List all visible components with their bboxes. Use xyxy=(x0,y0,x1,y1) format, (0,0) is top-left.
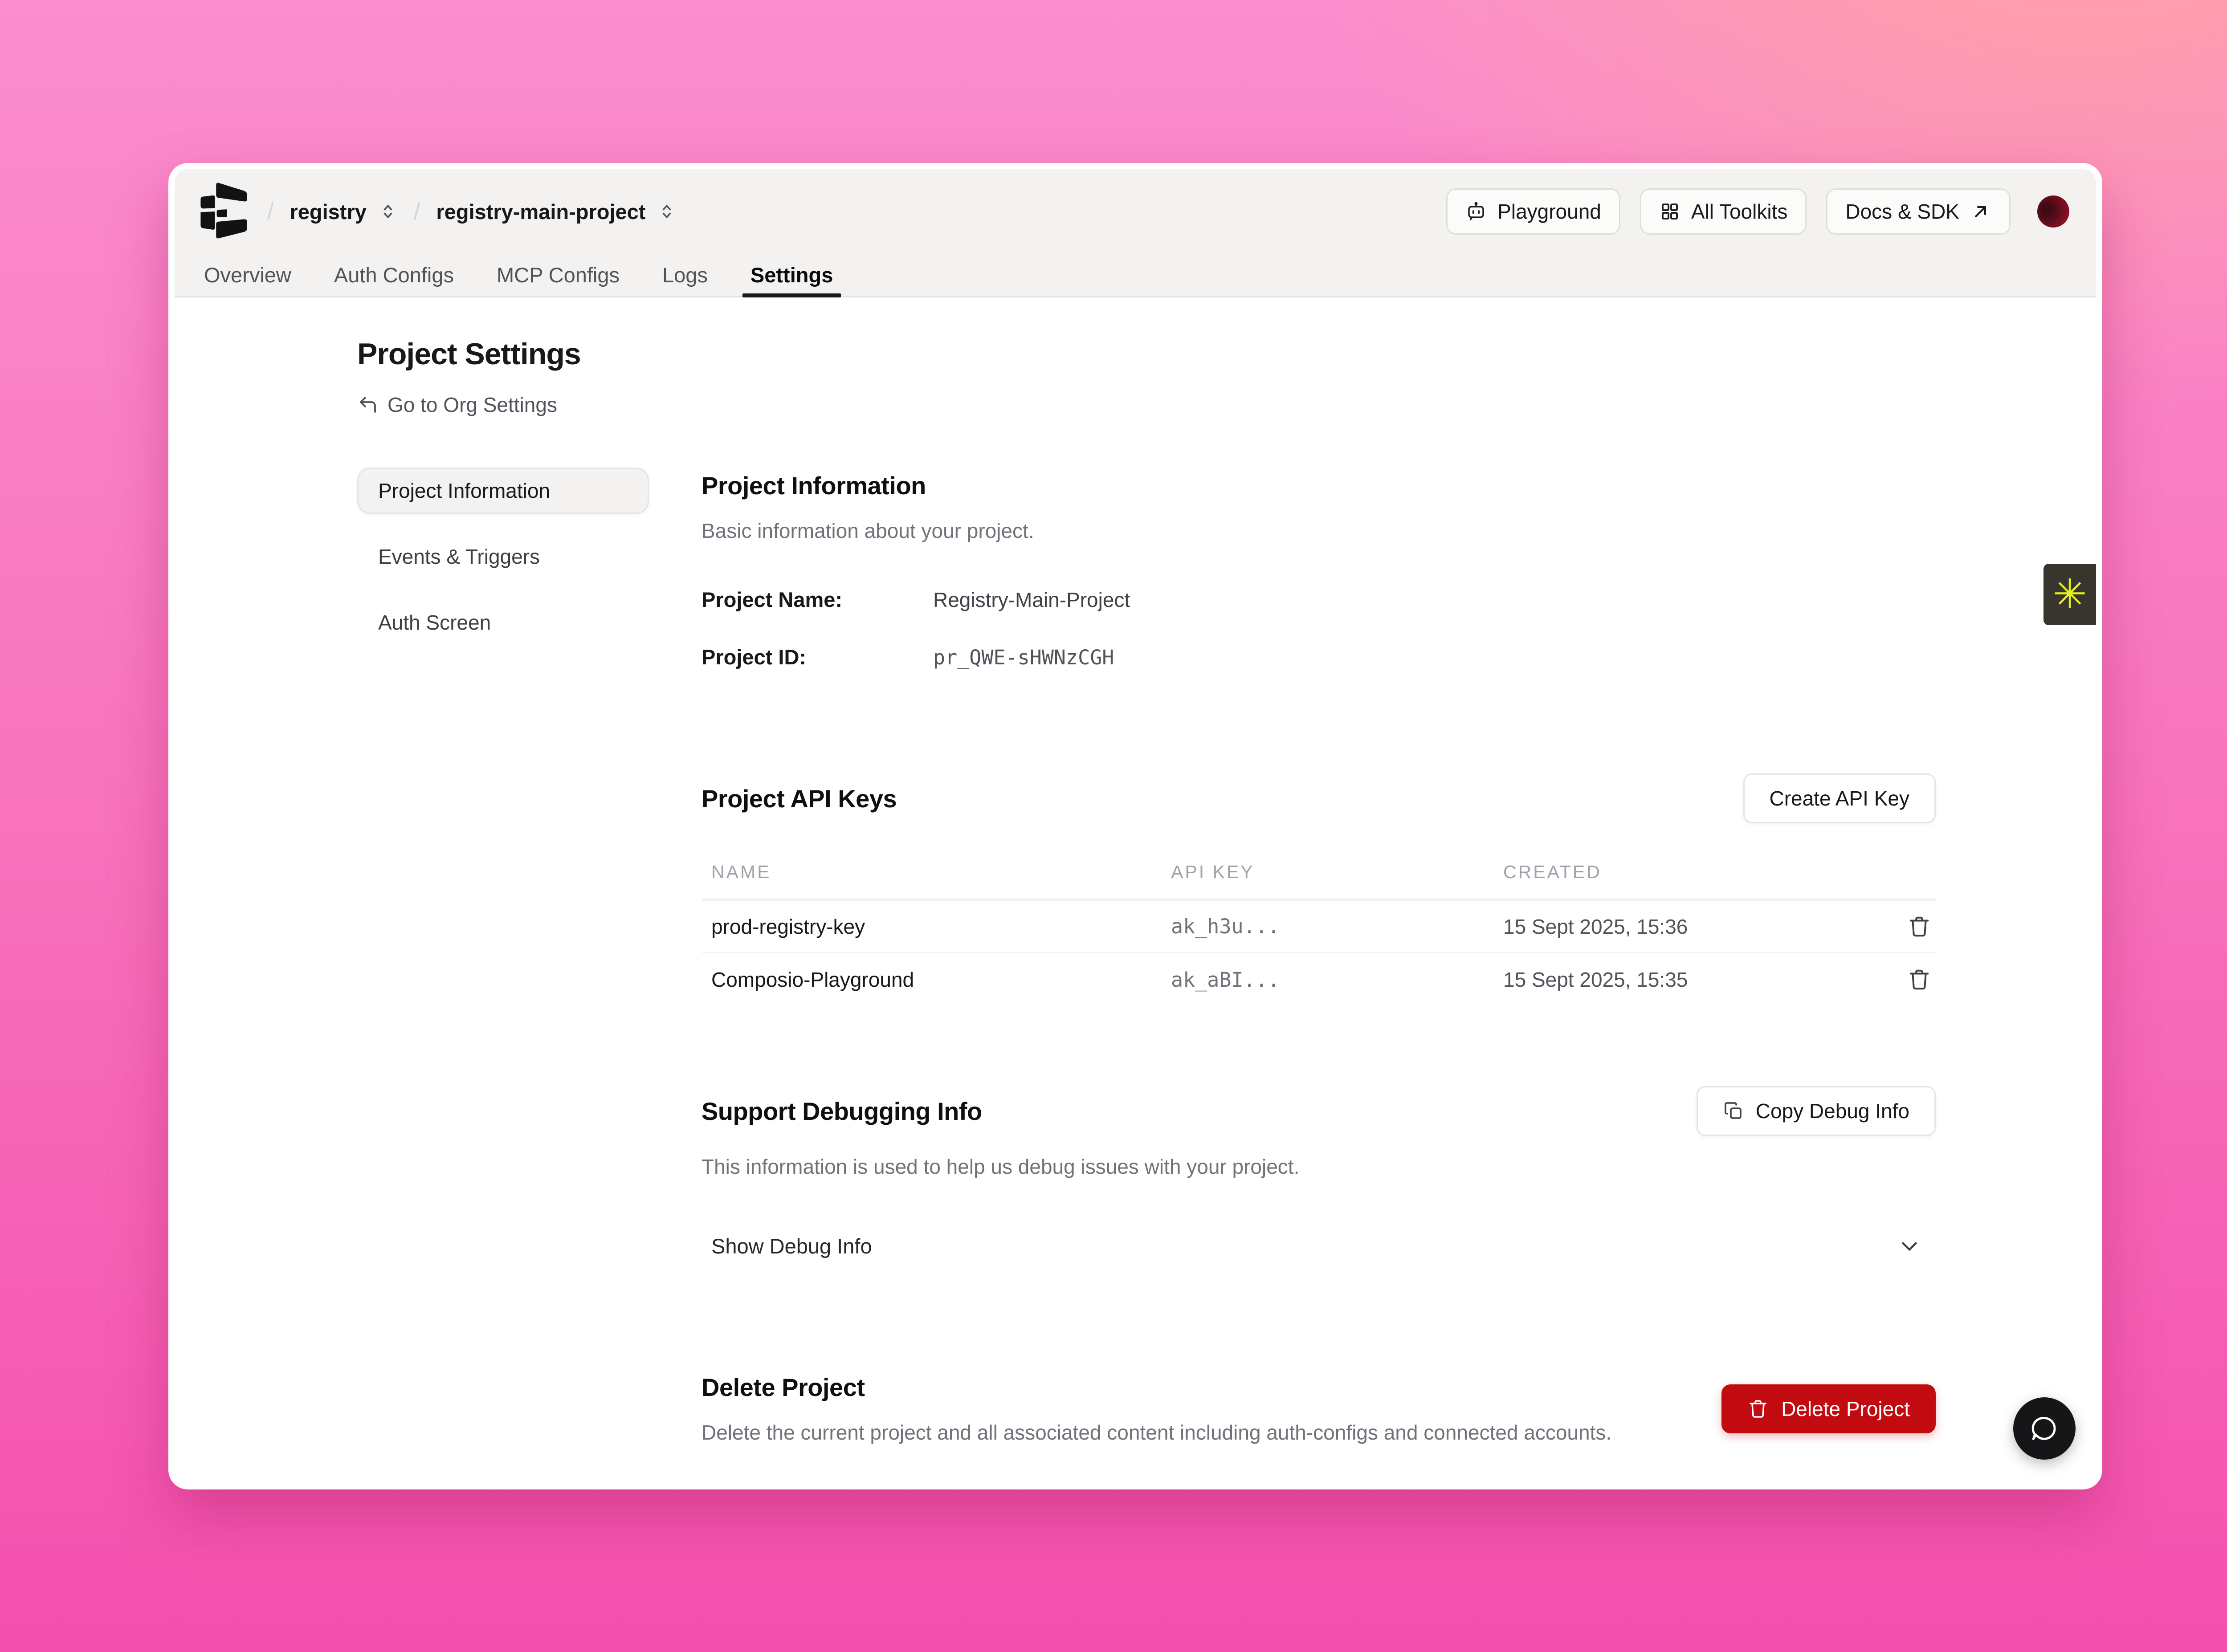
topbar-actions: Playground All Toolkits Docs & SDK xyxy=(1446,188,2069,235)
api-key-name: Composio-Playground xyxy=(711,968,1171,992)
chat-bubble-icon xyxy=(2030,1414,2059,1443)
header: / registry / registry-main-project Playg… xyxy=(175,169,2096,297)
chevron-down-icon xyxy=(1897,1233,1922,1259)
app-window: / registry / registry-main-project Playg… xyxy=(168,163,2102,1489)
go-to-org-settings-link[interactable]: Go to Org Settings xyxy=(357,393,557,417)
chevron-up-down-icon xyxy=(378,202,398,221)
create-api-key-button[interactable]: Create API Key xyxy=(1743,773,1936,823)
sidebar-item-project-information[interactable]: Project Information xyxy=(357,468,649,514)
section-debug-info: Support Debugging Info Copy Debug Info T… xyxy=(702,1086,1936,1270)
chevron-up-down-icon xyxy=(657,202,677,221)
table-row: prod-registry-key ak_h3u... 15 Sept 2025… xyxy=(702,901,1936,953)
copy-icon xyxy=(1723,1100,1744,1122)
tab-auth-configs[interactable]: Auth Configs xyxy=(334,254,454,296)
delete-project-heading: Delete Project xyxy=(702,1373,1611,1402)
project-information-description: Basic information about your project. xyxy=(702,519,1936,543)
settings-sidebar: Project Information Events & Triggers Au… xyxy=(357,468,649,665)
composio-logo-icon[interactable] xyxy=(198,182,251,241)
chat-support-button[interactable] xyxy=(2013,1397,2076,1460)
tab-settings[interactable]: Settings xyxy=(750,254,833,296)
user-avatar[interactable] xyxy=(2037,195,2069,228)
delete-project-label: Delete Project xyxy=(1781,1397,1910,1421)
grid-icon xyxy=(1659,201,1680,222)
breadcrumb-org-label: registry xyxy=(290,199,366,224)
project-id-row: Project ID: pr_QWE-sHWNzCGH xyxy=(702,645,1936,669)
feedback-widget-tab[interactable]: ✳ xyxy=(2043,564,2096,625)
page-content: Project Settings Go to Org Settings Proj… xyxy=(175,297,2096,1444)
section-delete-project: Delete Project Delete the current projec… xyxy=(702,1373,1936,1444)
project-name-label: Project Name: xyxy=(702,587,933,612)
external-link-arrow-icon xyxy=(1970,201,1991,222)
delete-project-description: Delete the current project and all assoc… xyxy=(702,1420,1611,1444)
show-debug-info-label: Show Debug Info xyxy=(711,1234,872,1258)
breadcrumb-project-selector[interactable]: registry-main-project xyxy=(436,199,677,224)
api-key-created: 15 Sept 2025, 15:36 xyxy=(1503,915,1887,939)
delete-api-key-button[interactable] xyxy=(1907,968,1931,992)
trash-icon xyxy=(1747,1398,1769,1420)
api-key-name: prod-registry-key xyxy=(711,915,1171,939)
api-keys-heading: Project API Keys xyxy=(702,784,897,813)
column-header-name: NAME xyxy=(711,862,1171,883)
column-header-created: CREATED xyxy=(1503,862,1887,883)
project-id-label: Project ID: xyxy=(702,645,933,669)
tab-mcp-configs[interactable]: MCP Configs xyxy=(497,254,620,296)
tab-overview[interactable]: Overview xyxy=(204,254,291,296)
all-toolkits-button[interactable]: All Toolkits xyxy=(1640,188,1807,235)
column-header-api-key: API KEY xyxy=(1171,862,1503,883)
docs-sdk-label: Docs & SDK xyxy=(1845,199,1959,224)
trash-icon xyxy=(1907,968,1931,992)
delete-api-key-button[interactable] xyxy=(1907,915,1931,939)
show-debug-info-toggle[interactable]: Show Debug Info xyxy=(702,1221,1936,1270)
asterisk-icon: ✳ xyxy=(2052,574,2087,615)
go-to-org-settings-label: Go to Org Settings xyxy=(387,393,557,417)
topbar: / registry / registry-main-project Playg… xyxy=(175,169,2096,254)
api-key-created: 15 Sept 2025, 15:35 xyxy=(1503,968,1887,992)
debug-info-heading: Support Debugging Info xyxy=(702,1097,982,1126)
tab-logs[interactable]: Logs xyxy=(662,254,708,296)
breadcrumb-project-label: registry-main-project xyxy=(436,199,645,224)
copy-debug-info-label: Copy Debug Info xyxy=(1756,1099,1909,1123)
sidebar-item-auth-screen[interactable]: Auth Screen xyxy=(357,599,649,646)
api-key-value: ak_aBI... xyxy=(1171,968,1503,992)
api-key-value: ak_h3u... xyxy=(1171,915,1503,938)
trash-icon xyxy=(1907,915,1931,939)
api-keys-table-header: NAME API KEY CREATED xyxy=(702,862,1936,901)
docs-sdk-button[interactable]: Docs & SDK xyxy=(1826,188,2011,235)
project-id-value: pr_QWE-sHWNzCGH xyxy=(933,646,1936,669)
project-name-value: Registry-Main-Project xyxy=(933,588,1936,612)
project-name-row: Project Name: Registry-Main-Project xyxy=(702,587,1936,612)
copy-debug-info-button[interactable]: Copy Debug Info xyxy=(1697,1086,1936,1136)
playground-chat-icon xyxy=(1465,201,1487,222)
api-keys-table: NAME API KEY CREATED prod-registry-key a… xyxy=(702,862,1936,1006)
page-title: Project Settings xyxy=(357,337,1936,371)
breadcrumb-separator: / xyxy=(267,198,273,225)
section-api-keys: Project API Keys Create API Key NAME API… xyxy=(702,773,1936,1006)
section-project-information: Project Information Basic information ab… xyxy=(702,471,1936,669)
delete-project-button[interactable]: Delete Project xyxy=(1721,1384,1936,1433)
playground-label: Playground xyxy=(1497,199,1601,224)
table-row: Composio-Playground ak_aBI... 15 Sept 20… xyxy=(702,953,1936,1006)
playground-button[interactable]: Playground xyxy=(1446,188,1620,235)
tab-bar: Overview Auth Configs MCP Configs Logs S… xyxy=(175,254,2096,296)
sidebar-item-events-triggers[interactable]: Events & Triggers xyxy=(357,533,649,580)
all-toolkits-label: All Toolkits xyxy=(1691,199,1787,224)
breadcrumb-separator: / xyxy=(414,198,420,225)
breadcrumb-org-selector[interactable]: registry xyxy=(290,199,397,224)
debug-info-description: This information is used to help us debu… xyxy=(702,1155,1936,1179)
settings-main: Project Information Basic information ab… xyxy=(702,468,1936,1444)
corner-up-left-icon xyxy=(357,394,379,415)
project-information-heading: Project Information xyxy=(702,471,1936,500)
